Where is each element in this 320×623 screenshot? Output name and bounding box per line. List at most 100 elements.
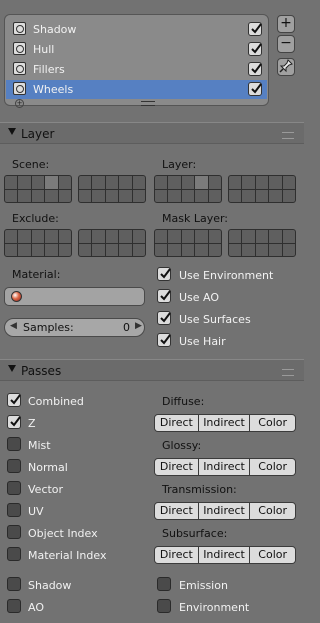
samples-field[interactable]: ◀ Samples: 0 ▶ — [4, 318, 145, 337]
combined-checkbox[interactable] — [7, 393, 21, 407]
subsurface-button-group[interactable]: Direct Indirect Color — [154, 546, 296, 564]
vector-checkbox[interactable] — [7, 481, 21, 495]
diffuse-direct-button[interactable]: Direct — [155, 415, 199, 431]
uv-checkbox[interactable] — [7, 503, 21, 517]
combined-label: Combined — [28, 395, 84, 408]
exclude-layers-grid-2[interactable] — [78, 229, 146, 257]
material-index-label: Material Index — [28, 549, 107, 562]
shadow-pass-label: Shadow — [28, 579, 72, 592]
samples-value: 0 — [123, 321, 130, 334]
exclude-layers-grid-1[interactable] — [4, 229, 72, 257]
passes-panel-header[interactable]: Passes — [0, 359, 304, 381]
remove-render-layer-button[interactable]: − — [277, 35, 295, 53]
use-ao-checkbox[interactable] — [157, 289, 171, 303]
render-layer-row-fillers[interactable]: Fillers — [6, 60, 267, 79]
use-environment-label: Use Environment — [179, 269, 274, 282]
list-filter-icon[interactable]: + — [15, 99, 24, 108]
environment-label: Environment — [179, 601, 250, 614]
diffuse-indirect-button[interactable]: Indirect — [198, 415, 251, 431]
diffuse-label: Diffuse: — [162, 395, 205, 408]
object-index-checkbox[interactable] — [7, 525, 21, 539]
mist-label: Mist — [28, 439, 51, 452]
render-layer-icon — [13, 82, 26, 95]
uv-label: UV — [28, 505, 44, 518]
mask-layer-label: Mask Layer: — [162, 212, 229, 225]
object-index-label: Object Index — [28, 527, 98, 540]
scene-layers-grid-2[interactable] — [78, 175, 146, 203]
pin-icon — [279, 59, 293, 73]
material-sphere-icon — [11, 291, 22, 302]
material-index-checkbox[interactable] — [7, 547, 21, 561]
panel-drag-grip[interactable] — [282, 132, 294, 139]
environment-checkbox[interactable] — [157, 599, 171, 613]
render-layer-label: Wheels — [33, 83, 74, 96]
render-layer-icon — [13, 42, 26, 55]
normal-label: Normal — [28, 461, 68, 474]
use-hair-label: Use Hair — [179, 335, 226, 348]
material-label: Material: — [12, 268, 61, 281]
normal-checkbox[interactable] — [7, 459, 21, 473]
subsurface-color-button[interactable]: Color — [250, 547, 295, 563]
subsurface-label: Subsurface: — [162, 527, 228, 540]
pin-button[interactable] — [277, 58, 295, 76]
diffuse-color-button[interactable]: Color — [250, 415, 295, 431]
list-resize-grip[interactable] — [141, 101, 155, 106]
glossy-direct-button[interactable]: Direct — [155, 459, 199, 475]
glossy-label: Glossy: — [162, 439, 202, 452]
glossy-color-button[interactable]: Color — [250, 459, 295, 475]
render-layer-checkbox[interactable] — [248, 42, 262, 56]
transmission-direct-button[interactable]: Direct — [155, 503, 199, 519]
collapse-triangle-icon — [8, 128, 16, 135]
render-layer-row-wheels[interactable]: Wheels — [6, 80, 267, 99]
glossy-indirect-button[interactable]: Indirect — [198, 459, 251, 475]
material-field[interactable] — [4, 287, 145, 306]
layer-layers-grid-1[interactable] — [154, 175, 222, 203]
mask-layers-grid-1[interactable] — [154, 229, 222, 257]
use-environment-checkbox[interactable] — [157, 267, 171, 281]
z-checkbox[interactable] — [7, 415, 21, 429]
layer-label: Layer: — [162, 158, 197, 171]
render-layer-label: Hull — [33, 43, 55, 56]
transmission-color-button[interactable]: Color — [250, 503, 295, 519]
increment-arrow-icon[interactable]: ▶ — [135, 321, 142, 331]
render-layer-row-shadow[interactable]: Shadow — [6, 20, 267, 39]
render-layer-list[interactable]: Shadow Hull Fillers Wheels + — [4, 14, 269, 108]
decrement-arrow-icon[interactable]: ◀ — [10, 321, 17, 331]
glossy-button-group[interactable]: Direct Indirect Color — [154, 458, 296, 476]
render-layer-icon — [13, 22, 26, 35]
emission-label: Emission — [179, 579, 228, 592]
samples-label: Samples: — [23, 321, 74, 334]
subsurface-indirect-button[interactable]: Indirect — [198, 547, 251, 563]
add-render-layer-button[interactable]: + — [277, 15, 295, 33]
transmission-button-group[interactable]: Direct Indirect Color — [154, 502, 296, 520]
mist-checkbox[interactable] — [7, 437, 21, 451]
ao-pass-checkbox[interactable] — [7, 599, 21, 613]
panel-title: Passes — [21, 364, 62, 378]
render-layer-checkbox[interactable] — [248, 22, 262, 36]
use-ao-label: Use AO — [179, 291, 220, 304]
use-hair-checkbox[interactable] — [157, 333, 171, 347]
subsurface-direct-button[interactable]: Direct — [155, 547, 199, 563]
render-layer-row-hull[interactable]: Hull — [6, 40, 267, 59]
layer-panel-header[interactable]: Layer — [0, 122, 304, 144]
ao-pass-label: AO — [28, 601, 44, 614]
exclude-label: Exclude: — [12, 212, 59, 225]
transmission-label: Transmission: — [162, 483, 237, 496]
render-layer-checkbox[interactable] — [248, 82, 262, 96]
shadow-pass-checkbox[interactable] — [7, 577, 21, 591]
render-layer-label: Shadow — [33, 23, 77, 36]
panel-drag-grip[interactable] — [282, 369, 294, 376]
z-label: Z — [28, 417, 36, 430]
scene-layers-grid-1[interactable] — [4, 175, 72, 203]
emission-checkbox[interactable] — [157, 577, 171, 591]
render-layer-icon — [13, 62, 26, 75]
vector-label: Vector — [28, 483, 64, 496]
render-layer-label: Fillers — [33, 63, 65, 76]
mask-layers-grid-2[interactable] — [228, 229, 296, 257]
diffuse-button-group[interactable]: Direct Indirect Color — [154, 414, 296, 432]
use-surfaces-checkbox[interactable] — [157, 311, 171, 325]
collapse-triangle-icon — [8, 365, 16, 372]
transmission-indirect-button[interactable]: Indirect — [198, 503, 251, 519]
layer-layers-grid-2[interactable] — [228, 175, 296, 203]
render-layer-checkbox[interactable] — [248, 62, 262, 76]
